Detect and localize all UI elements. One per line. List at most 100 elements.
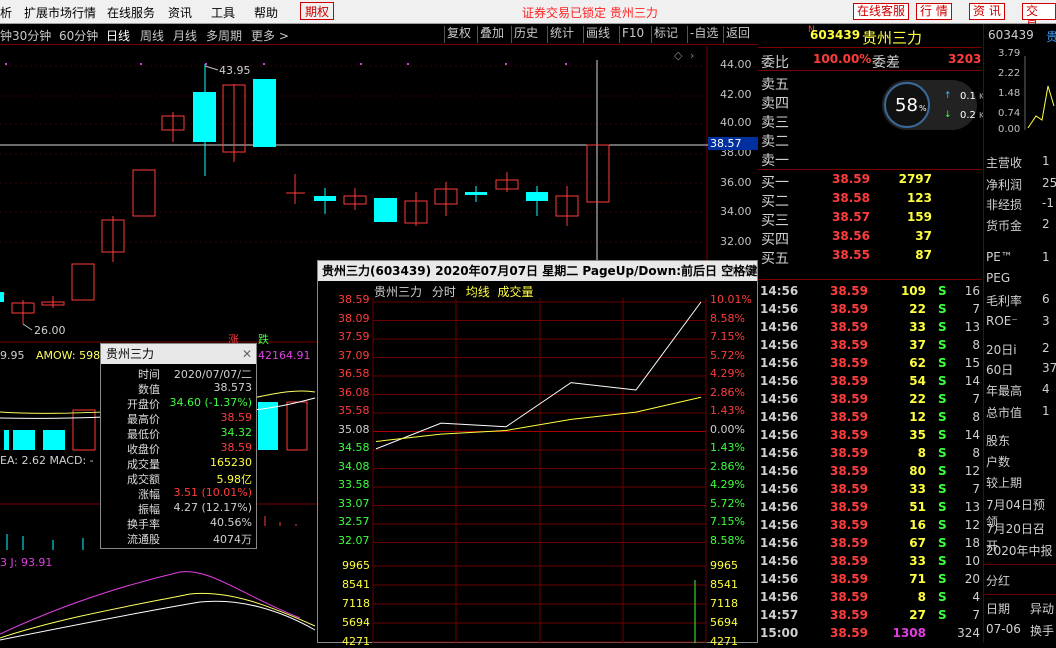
tick-row: 14:57 38.59 27 S 7 (758, 606, 982, 624)
close-icon[interactable]: ✕ (242, 344, 252, 364)
tick-count: 16 (964, 284, 980, 298)
period-daily[interactable]: 日线 (106, 27, 130, 44)
period-multi[interactable]: 多周期 (206, 27, 242, 44)
tick-count: 12 (964, 464, 980, 478)
tick-side: S (938, 392, 947, 406)
fundamental-label: ROE⁻ (986, 314, 1018, 328)
fundamental-label: 主营收 (986, 156, 1023, 170)
fr-tab[interactable]: 贵 (1046, 28, 1056, 45)
menu-online-service[interactable]: 在线服务 (107, 4, 155, 21)
candle (253, 79, 276, 147)
popup-row: 涨幅 3.51 (10.01%) (101, 486, 256, 501)
menu-help[interactable]: 帮助 (254, 4, 278, 21)
tick-volume: 37 (909, 338, 926, 352)
period-min[interactable]: 钟 (0, 27, 12, 44)
fundamental-value: 1 (1042, 404, 1050, 418)
kdj-label: 3 J: 93.91 (0, 556, 53, 569)
buy-row[interactable]: 买三 38.57 159 (758, 208, 982, 229)
intraday-title-text: 贵州三力(603439) 2020年07月07日 星期二 PageUp/Down… (322, 264, 757, 278)
popup-value: 34.32 (220, 426, 253, 439)
tool-mark[interactable]: 标记 (651, 26, 680, 43)
buy-price: 38.55 (832, 248, 870, 262)
candle (0, 292, 4, 302)
tick-count: 7 (972, 608, 980, 622)
trade-button[interactable]: 交 易 (1022, 3, 1056, 33)
tick-row: 14:56 38.59 8 S 4 (758, 588, 982, 606)
price-axis-label: 37.59 (338, 330, 370, 343)
info-button[interactable]: 资 讯 (969, 3, 1005, 20)
tick-volume: 27 (909, 608, 926, 622)
menu-tools[interactable]: 工具 (211, 4, 235, 21)
popup-row: 数值 38.573 (101, 381, 256, 396)
tool-draw[interactable]: 画线 (583, 26, 612, 43)
pct-axis-label: 5.72% (710, 496, 745, 510)
tick-time: 14:56 (760, 464, 799, 478)
menu-options[interactable]: 期权 (300, 2, 335, 20)
tick-count: 324 (957, 626, 980, 640)
tool-f10[interactable]: F10 (619, 26, 646, 43)
price-tick: 42.00 (720, 88, 752, 101)
mini-axis: 3.79 (998, 48, 1021, 59)
crosshair-price-label: 38.57 (708, 137, 758, 150)
net-speed-widget[interactable]: 58 % ↑ 0.1 K/s ↓ 0.2 K/s (882, 80, 991, 130)
popup-key: 数值 (138, 383, 160, 396)
menu-ext-market[interactable]: 扩展市场行情 (24, 4, 96, 21)
tool-fuquan[interactable]: 复权 (444, 26, 473, 43)
buy-row[interactable]: 买五 38.55 87 (758, 246, 982, 267)
tool-stats[interactable]: 统计 (547, 26, 576, 43)
volume-axis-label: 8541 (342, 578, 370, 591)
period-more[interactable]: 更多 > (251, 27, 289, 44)
news-item[interactable]: 2020年中报 (986, 542, 1053, 559)
candle (374, 198, 397, 222)
period-monthly[interactable]: 月线 (173, 27, 197, 44)
tool-history[interactable]: 历史 (511, 26, 540, 43)
fundamental-label: 20日i (986, 343, 1017, 357)
tick-count: 20 (964, 572, 980, 586)
popup-value: 2020/07/07/二 (173, 368, 252, 381)
tick-time: 14:56 (760, 374, 799, 388)
price-axis-label: 32.07 (338, 533, 370, 547)
chevron-right-icon[interactable]: › (690, 49, 694, 62)
tick-price: 38.59 (830, 554, 868, 568)
period-30min[interactable]: 30分钟 (12, 27, 51, 44)
mini-axis: 0.00 (998, 124, 1021, 135)
tick-time: 14:56 (760, 392, 799, 406)
tick-price: 38.59 (830, 626, 868, 640)
tick-price: 38.59 (830, 302, 868, 316)
tbl-cell-move: 换手 (1030, 624, 1055, 638)
tick-price: 38.59 (830, 482, 868, 496)
tick-row: 14:56 38.59 67 S 18 (758, 534, 982, 552)
sell-row: 卖二 (758, 129, 982, 150)
period-60min[interactable]: 60分钟 (59, 27, 98, 44)
tick-price: 38.59 (830, 500, 868, 514)
stock-code: 603439 (810, 28, 861, 42)
fundamental-label: 非经损 (986, 198, 1023, 212)
sell-row: 卖一 (758, 148, 982, 169)
tool-watchlist[interactable]: -自选 (687, 26, 720, 43)
tool-overlay[interactable]: 叠加 (477, 26, 506, 43)
buy-row[interactable]: 买一 38.59 2797 (758, 170, 982, 191)
menu-news[interactable]: 资讯 (168, 4, 192, 21)
popup-row: 最高价 38.59 (101, 411, 256, 426)
buy-price: 38.56 (832, 229, 870, 243)
fundamental-label: 60日 (986, 363, 1014, 377)
fundamental-value: 1 (1042, 154, 1050, 168)
menu-analysis[interactable]: 析 (0, 4, 12, 21)
buy-price: 38.57 (832, 210, 870, 224)
close-icon[interactable]: ✕ (742, 261, 752, 281)
buy-row[interactable]: 买二 38.58 123 (758, 189, 982, 210)
fenhong-label[interactable]: 分红 (986, 572, 1010, 589)
tool-back[interactable]: 返回 (723, 26, 752, 43)
market-button[interactable]: 行 情 (916, 3, 952, 20)
buy-row[interactable]: 买四 38.56 37 (758, 227, 982, 248)
diamond-icon[interactable]: ◇ (674, 49, 682, 62)
pct-axis-label: 8.58% (710, 311, 745, 325)
period-weekly[interactable]: 周线 (140, 27, 164, 44)
price-axis-label: 33.58 (338, 478, 370, 491)
online-cs-button[interactable]: 在线客服 (853, 3, 910, 20)
avg-line (375, 396, 702, 442)
tick-volume: 51 (909, 500, 926, 514)
tick-price: 38.59 (830, 410, 868, 424)
tick-side: S (938, 320, 947, 334)
maximize-icon[interactable]: □ (724, 261, 735, 281)
